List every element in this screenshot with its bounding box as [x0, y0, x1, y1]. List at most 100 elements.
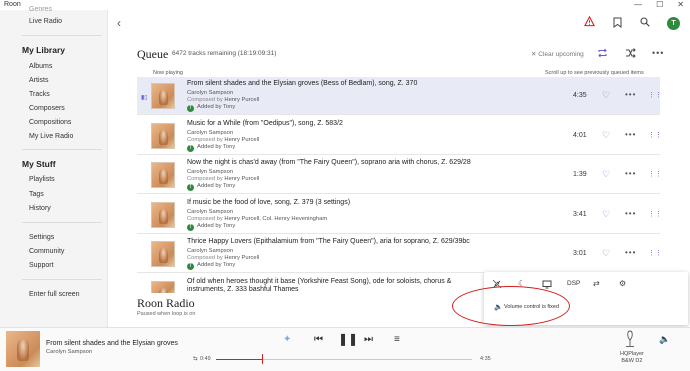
queue-row[interactable]: Now the night is chas'd away (from "The … [137, 156, 662, 194]
maximize-button[interactable]: ☐ [656, 0, 663, 9]
composer-prefix: Composed by [187, 215, 223, 222]
queue-row[interactable]: Music for a While (from "Oedipus"), song… [137, 117, 662, 155]
search-icon[interactable] [640, 17, 650, 27]
track-composer: Composed by Henry Purcell [187, 176, 259, 182]
repeat-icon[interactable] [597, 48, 608, 58]
composer-name[interactable]: Henry Purcell [224, 176, 259, 182]
previous-icon[interactable]: ⏮ [314, 334, 323, 345]
sidebar-item-fullscreen[interactable]: Enter full screen [29, 291, 80, 298]
heart-icon[interactable]: ♡ [602, 248, 610, 259]
queue-icon[interactable]: ≡ [394, 334, 400, 345]
sidebar-item-playlists[interactable]: Playlists [29, 176, 55, 183]
drag-handle-icon[interactable]: ⋮⋮ [648, 91, 662, 99]
composer-name[interactable]: Henry Purcell [224, 97, 259, 103]
display-icon[interactable] [542, 280, 552, 289]
zone-name[interactable]: HQPlayer B&W D2 [620, 351, 644, 365]
drag-handle-icon[interactable]: ⋮⋮ [648, 249, 662, 257]
composer-name[interactable]: Henry Purcell [224, 255, 259, 261]
queue-row[interactable]: ▮▯ From silent shades and the Elysian gr… [137, 77, 662, 115]
clear-upcoming-button[interactable]: ✕ Clear upcoming [531, 50, 584, 58]
composer-name[interactable]: Henry Purcell, Col. Henry Heveningham [224, 216, 327, 222]
track-artist[interactable]: Carolyn Sampson [187, 248, 233, 254]
heart-icon[interactable]: ♡ [602, 130, 610, 141]
heart-icon[interactable]: ♡ [602, 169, 610, 180]
queue-row[interactable]: If music be the food of love, song, Z. 3… [137, 196, 662, 234]
user-badge-icon: T [187, 184, 194, 191]
track-title-text: Of old when heroes thought it base (York… [187, 278, 452, 293]
progress-handle[interactable] [262, 354, 264, 364]
back-arrow-icon[interactable]: ‹ [117, 16, 121, 30]
minimize-button[interactable]: — [634, 0, 642, 9]
album-art[interactable] [151, 281, 175, 293]
now-playing-title[interactable]: From silent shades and the Elysian grove… [46, 340, 178, 347]
avatar[interactable]: T [667, 17, 680, 30]
next-icon[interactable]: ⏭ [364, 334, 373, 345]
sidebar-heading-stuff[interactable]: My Stuff [22, 159, 56, 169]
now-playing-art[interactable] [6, 331, 40, 367]
album-art[interactable] [151, 123, 175, 149]
album-art[interactable] [151, 162, 175, 188]
zone-speaker-icon[interactable] [624, 330, 636, 348]
now-playing-artist[interactable]: Carolyn Sampson [46, 349, 92, 355]
album-art[interactable] [151, 202, 175, 228]
sidebar-item-tags[interactable]: Tags [29, 191, 44, 198]
pause-icon[interactable]: ❚❚ [338, 332, 358, 346]
sidebar-item-composers[interactable]: Composers [29, 105, 65, 112]
volume-icon[interactable]: 🔈 [659, 334, 670, 345]
close-window-button[interactable]: ✕ [677, 0, 684, 9]
more-options-icon[interactable]: ••• [625, 90, 636, 99]
heart-icon[interactable]: ♡ [602, 90, 610, 101]
more-options-icon[interactable]: ••• [625, 248, 636, 257]
track-title[interactable]: Thrice Happy Lovers (Epithalamium from "… [187, 238, 470, 245]
track-artist[interactable]: Carolyn Sampson [187, 169, 233, 175]
zone-name-line2: B&W D2 [621, 358, 643, 364]
transfer-icon[interactable]: ⇄ [593, 279, 600, 288]
added-by: T Added by Tony [187, 262, 235, 270]
track-title[interactable]: If music be the food of love, song, Z. 3… [187, 199, 350, 206]
track-title[interactable]: Of old when heroes thought it base (York… [187, 278, 487, 293]
bookmark-icon[interactable] [613, 17, 622, 28]
track-artist[interactable]: Carolyn Sampson [187, 90, 233, 96]
composer-name[interactable]: Henry Purcell [224, 137, 259, 143]
warning-icon[interactable] [584, 16, 595, 27]
sidebar-heading-library[interactable]: My Library [22, 45, 65, 55]
drag-handle-icon[interactable]: ⋮⋮ [648, 210, 662, 218]
sidebar-item-history[interactable]: History [29, 205, 51, 212]
more-options-icon[interactable]: ••• [625, 169, 636, 178]
track-title[interactable]: Music for a While (from "Oedipus"), song… [187, 120, 343, 127]
sidebar-item-community[interactable]: Community [29, 248, 64, 255]
drag-handle-icon[interactable]: ⋮⋮ [648, 131, 662, 139]
composer-prefix: Composed by [187, 136, 223, 143]
album-art[interactable] [151, 241, 175, 267]
queue-row[interactable]: Thrice Happy Lovers (Epithalamium from "… [137, 235, 662, 273]
sidebar-item-my-live-radio[interactable]: My Live Radio [29, 133, 73, 140]
track-artist[interactable]: Carolyn Sampson [187, 130, 233, 136]
gear-icon[interactable]: ⚙ [619, 279, 626, 288]
sidebar-item-tracks[interactable]: Tracks [29, 91, 50, 98]
heart-icon[interactable]: ♡ [602, 209, 610, 220]
repeat-status-icon[interactable]: ⇆ [193, 356, 198, 362]
window-titlebar: Roon — ☐ ✕ [0, 0, 690, 10]
more-options-icon[interactable]: ••• [625, 130, 636, 139]
track-title[interactable]: Now the night is chas'd away (from "The … [187, 159, 471, 166]
sidebar-divider [22, 35, 102, 36]
sidebar-item-genres[interactable]: Genres [29, 6, 52, 13]
added-by: T Added by Tony [187, 183, 235, 191]
dsp-button[interactable]: DSP [567, 280, 580, 287]
drag-handle-icon[interactable]: ⋮⋮ [648, 170, 662, 178]
sidebar-item-settings[interactable]: Settings [29, 234, 54, 241]
sidebar-item-live-radio[interactable]: Live Radio [29, 18, 62, 25]
added-by-label: Added by Tony [197, 144, 236, 150]
sidebar-item-albums[interactable]: Albums [29, 63, 52, 70]
sidebar-item-compositions[interactable]: Compositions [29, 119, 71, 126]
shuffle-icon[interactable] [625, 48, 636, 58]
sidebar-item-support[interactable]: Support [29, 262, 54, 269]
track-artist[interactable]: Carolyn Sampson [187, 209, 233, 215]
more-options-icon[interactable]: ••• [652, 48, 664, 58]
sidebar-item-artists[interactable]: Artists [29, 77, 48, 84]
album-art[interactable] [151, 83, 175, 109]
progress-bar[interactable] [216, 354, 472, 364]
radio-icon[interactable]: ✦ [283, 334, 291, 345]
more-options-icon[interactable]: ••• [625, 209, 636, 218]
track-title[interactable]: From silent shades and the Elysian grove… [187, 80, 417, 87]
